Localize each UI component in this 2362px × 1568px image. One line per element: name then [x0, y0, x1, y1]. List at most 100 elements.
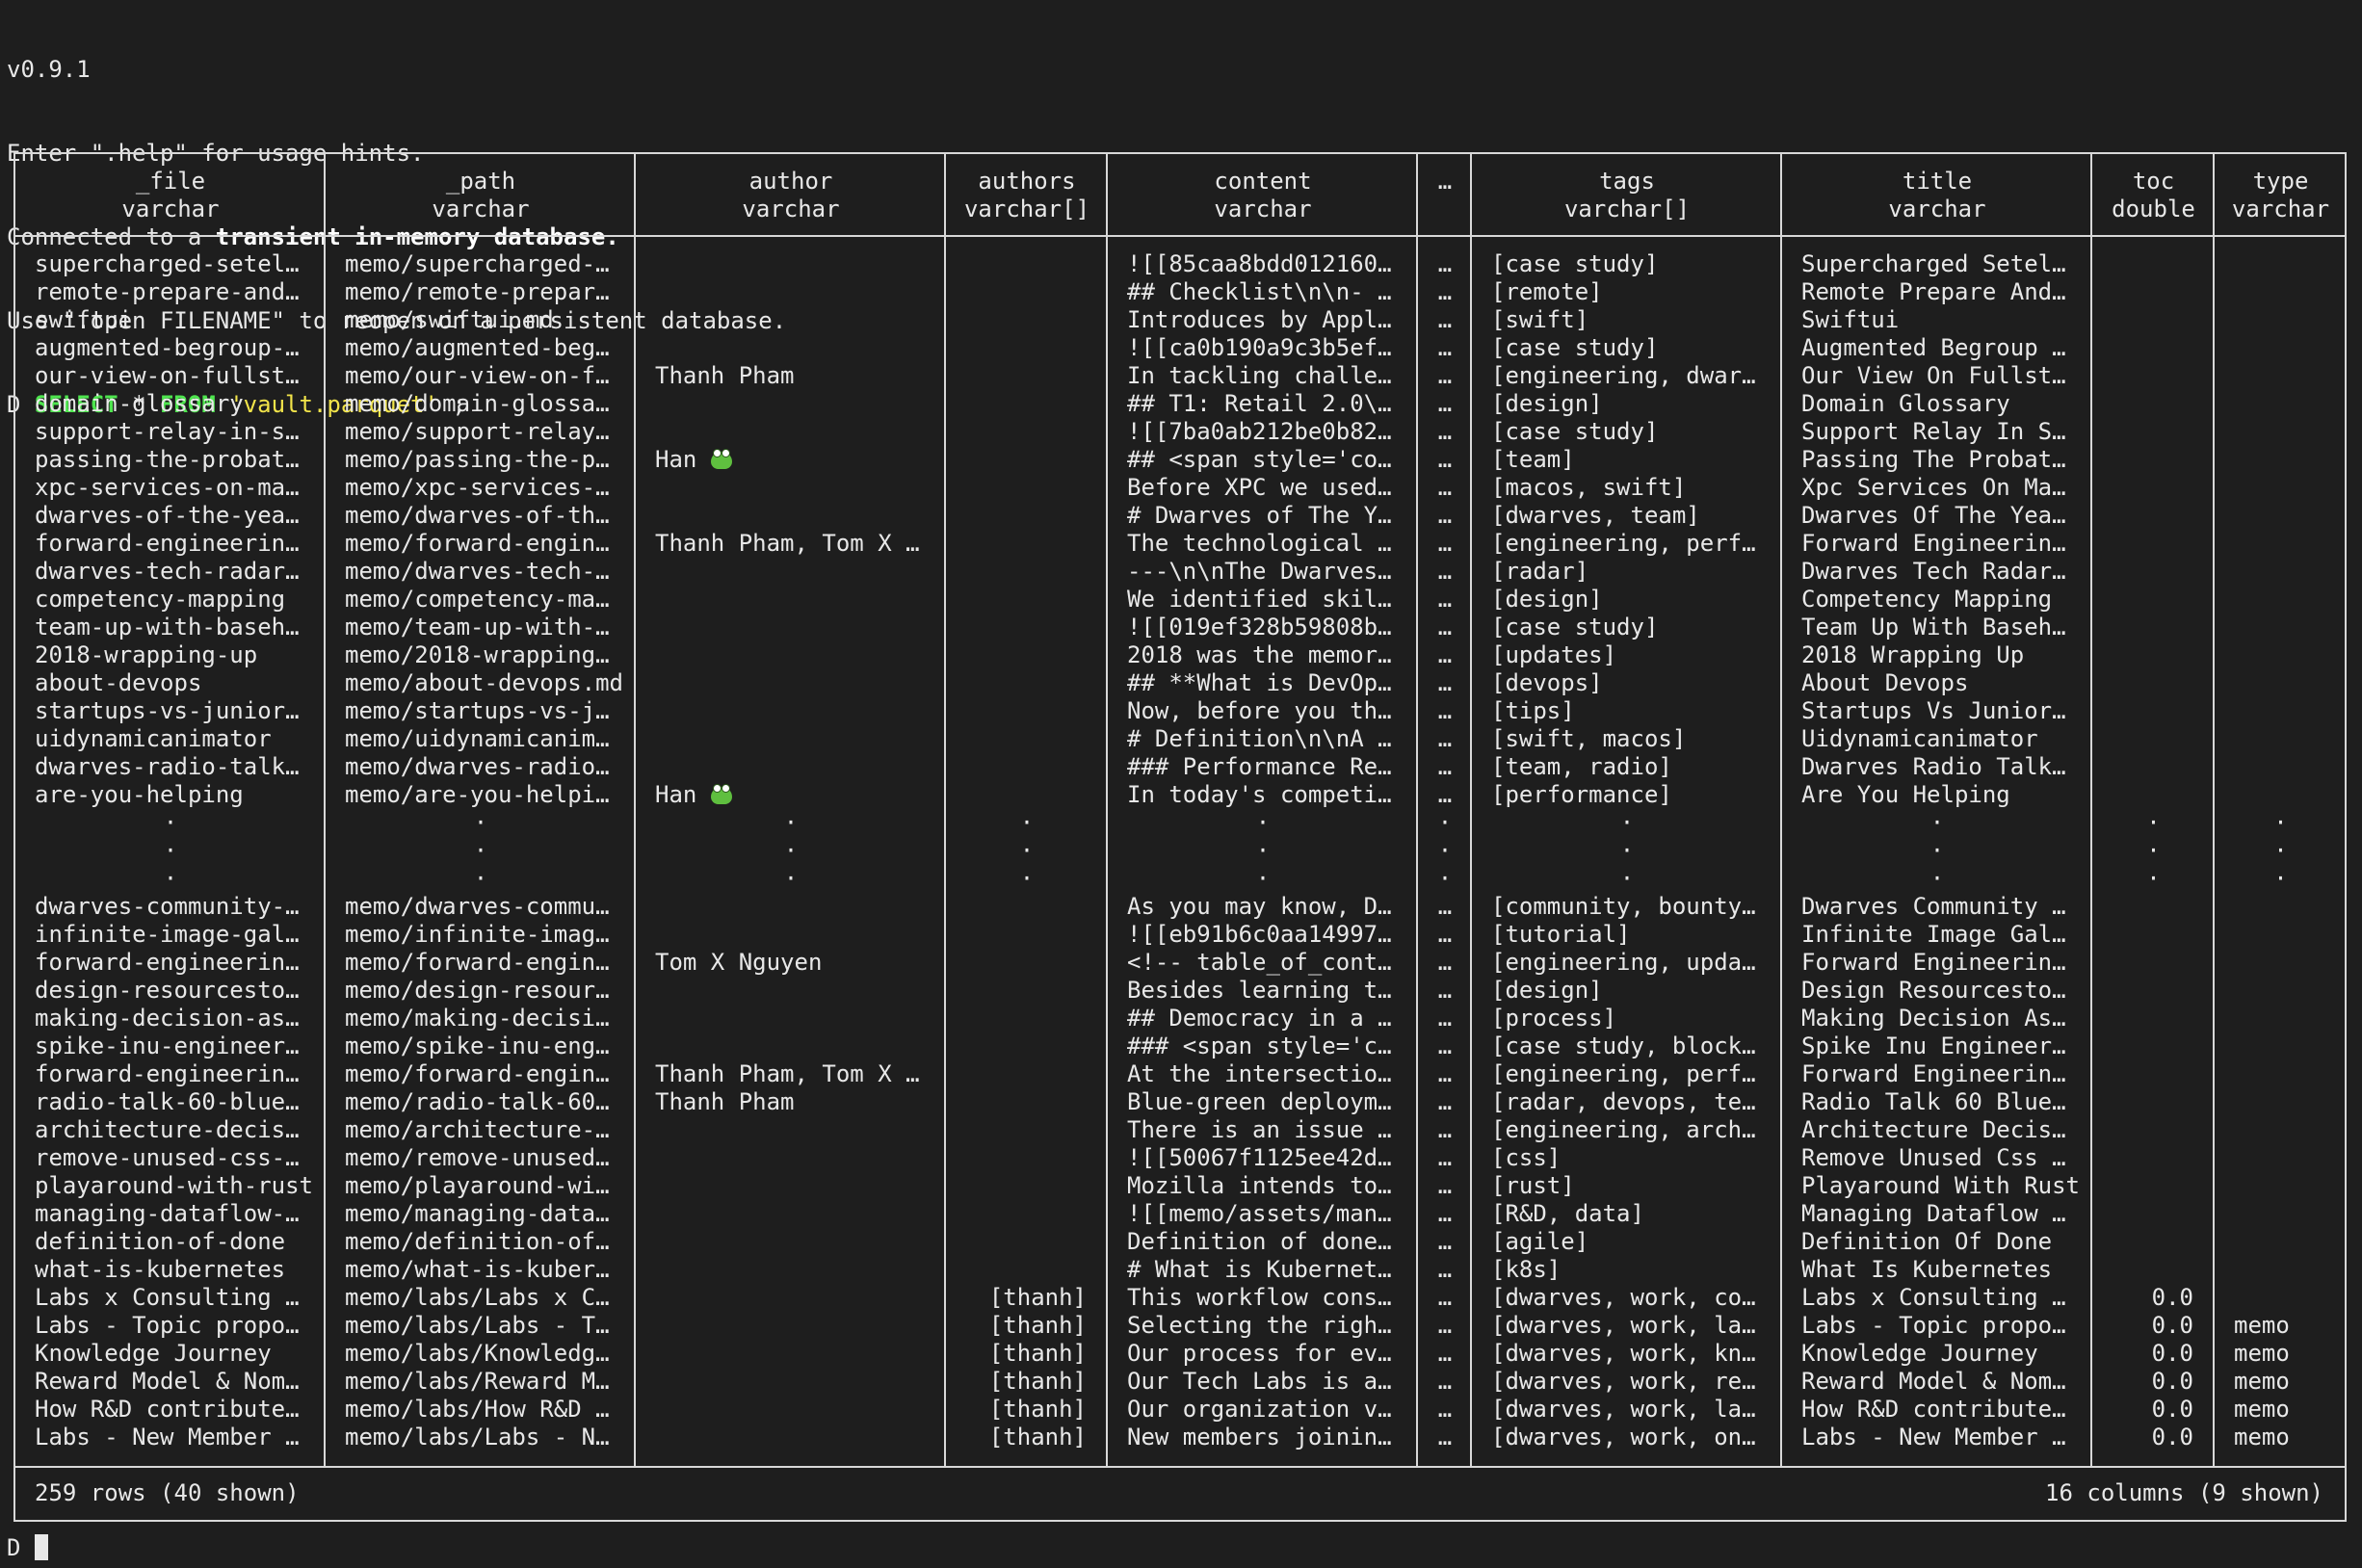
cell-text: … [1437, 502, 1453, 529]
table-cell-title: Our View On Fullst… [1801, 362, 2066, 390]
cell-text: … [1437, 641, 1453, 668]
table-cell-title: Dwarves Community … [1801, 893, 2066, 921]
cell-text: forward-engineerin… [35, 530, 300, 557]
table-cell-file: passing-the-probat… [35, 446, 300, 474]
cell-text: uidynamicanimator [35, 725, 272, 752]
table-cell-content: # What is Kubernet… [1127, 1256, 1392, 1284]
terminal-window[interactable]: v0.9.1 Enter ".help" for usage hints. Co… [0, 0, 2362, 1568]
table-cell-tags: [case study] [1491, 334, 1658, 362]
table-cell-path: memo/forward-engin… [345, 530, 610, 558]
cell-text: Augmented Begroup … [1801, 334, 2066, 361]
cell-text: [engineering, perf… [1491, 530, 1756, 557]
column-header: author varchar [636, 168, 946, 223]
table-cell-tags: [dwarves, work, la… [1491, 1396, 1756, 1424]
table-cell-file: team-up-with-baseh… [35, 614, 300, 641]
table-cell-file: definition-of-done [35, 1228, 285, 1256]
elision-dot: · [1437, 865, 1453, 892]
table-cell-file: domain-glossary [35, 390, 244, 418]
cell-text: [community, bounty… [1491, 893, 1756, 920]
column-name: type [2252, 168, 2309, 195]
table-cell-tags: [design] [1491, 390, 1603, 418]
table-cell-file: augmented-begroup-… [35, 334, 300, 362]
cell-text: Mozilla intends to… [1127, 1172, 1392, 1199]
cell-text: [devops] [1491, 669, 1603, 696]
cell-text: [case study] [1491, 250, 1659, 277]
cell-text: ---\n\nThe Dwarves… [1127, 558, 1392, 585]
cell-text: memo/team-up-with-… [345, 614, 610, 640]
cell-text: … [1437, 1200, 1453, 1227]
cell-text: memo/architecture-… [345, 1116, 610, 1143]
column-header: _path varchar [326, 168, 636, 223]
cell-text: dwarves-radio-talk… [35, 753, 300, 780]
cell-text: Managing Dataflow … [1801, 1200, 2066, 1227]
table-cell-authors: [thanh] [946, 1396, 1087, 1424]
cell-text: spike-inu-engineer… [35, 1032, 300, 1059]
cell-text: ## <span style='co… [1127, 446, 1392, 473]
table-cell-tags: [dwarves, work, la… [1491, 1312, 1756, 1340]
cell-text: Playaround With Rust [1801, 1172, 2080, 1199]
table-cell-tags: [dwarves, work, on… [1491, 1424, 1756, 1451]
cell-text: are-you-helping [35, 781, 244, 808]
cell-text: … [1437, 250, 1453, 277]
table-cell-tags: [tips] [1491, 697, 1575, 725]
column-header: … [1418, 168, 1472, 223]
bottom-prompt-line[interactable]: D [7, 1534, 48, 1562]
cell-text: <!-- table_of_cont… [1127, 949, 1392, 976]
table-cell-author: Thanh Pham [655, 1088, 795, 1116]
table-cell-path: memo/startups-vs-j… [345, 697, 610, 725]
elision-dot: · [1019, 865, 1035, 892]
column-type: varchar[] [1563, 196, 1691, 222]
cell-text: Definition Of Done [1801, 1228, 2053, 1255]
cell-text: [thanh] [988, 1368, 1087, 1395]
cell-text: Our process for ev… [1127, 1340, 1392, 1367]
table-cell-ell: … [1418, 753, 1472, 781]
table-cell-file: design-resourcesto… [35, 977, 300, 1005]
elision-dot: · [1437, 809, 1453, 836]
cell-text: infinite-image-gal… [35, 921, 300, 948]
column-type: varchar [121, 196, 220, 222]
cell-text: [dwarves, work, re… [1491, 1368, 1756, 1395]
cell-text: Selecting the righ… [1127, 1312, 1392, 1339]
cell-text: memo/2018-wrapping… [345, 641, 610, 668]
table-cell-path: memo/design-resour… [345, 977, 610, 1005]
table-cell-authors: [thanh] [946, 1368, 1087, 1396]
table-cell-author: Thanh Pham, Tom X … [655, 530, 920, 558]
cell-text: # Dwarves of The Y… [1127, 502, 1392, 529]
cell-text: [thanh] [988, 1340, 1087, 1367]
cell-text: [design] [1491, 977, 1603, 1004]
cell-text: … [1437, 725, 1453, 752]
column-name: content [1214, 168, 1312, 195]
table-cell-ell: … [1418, 1228, 1472, 1256]
bottom-prompt: D [7, 1534, 21, 1561]
table-cell-content: <!-- table_of_cont… [1127, 949, 1392, 977]
table-cell-content: The technological … [1127, 530, 1392, 558]
table-cell-ell: … [1418, 334, 1472, 362]
cell-text: [engineering, perf… [1491, 1060, 1756, 1087]
cell-text: memo/labs/Labs - T… [345, 1312, 610, 1339]
cell-text: memo/labs/Reward M… [345, 1368, 610, 1395]
table-cell-title: Support Relay In S… [1801, 418, 2066, 446]
cell-text: memo/passing-the-p… [345, 446, 610, 473]
table-cell-content: ### <span style='c… [1127, 1032, 1392, 1060]
table-cell-title: Passing The Probat… [1801, 446, 2066, 474]
table-cell-content: ![[50067f1125ee42d… [1127, 1144, 1392, 1172]
table-cell-type: memo [2234, 1340, 2290, 1368]
cell-text: support-relay-in-s… [35, 418, 300, 445]
cell-text: dwarves-tech-radar… [35, 558, 300, 585]
column-type: double [2112, 196, 2195, 222]
table-cell-file: swiftui [35, 306, 132, 334]
cell-text: … [1437, 1340, 1453, 1367]
cell-text: … [1437, 1088, 1453, 1115]
elision-dot: · [783, 809, 799, 836]
cell-text: ![[019ef328b59808b… [1127, 614, 1392, 640]
table-cell-tags: [rust] [1491, 1172, 1575, 1200]
cell-text: ![[memo/assets/man… [1127, 1200, 1392, 1227]
table-cell-ell: … [1418, 921, 1472, 949]
table-cell-ell: … [1418, 977, 1472, 1005]
cell-text: Now, before you th… [1127, 697, 1392, 724]
table-cell-file: remote-prepare-and… [35, 278, 300, 306]
cell-text: dwarves-community-… [35, 893, 300, 920]
table-cell-title: Managing Dataflow … [1801, 1200, 2066, 1228]
table-cell-ell: … [1418, 446, 1472, 474]
table-cell-path: memo/architecture-… [345, 1116, 610, 1144]
